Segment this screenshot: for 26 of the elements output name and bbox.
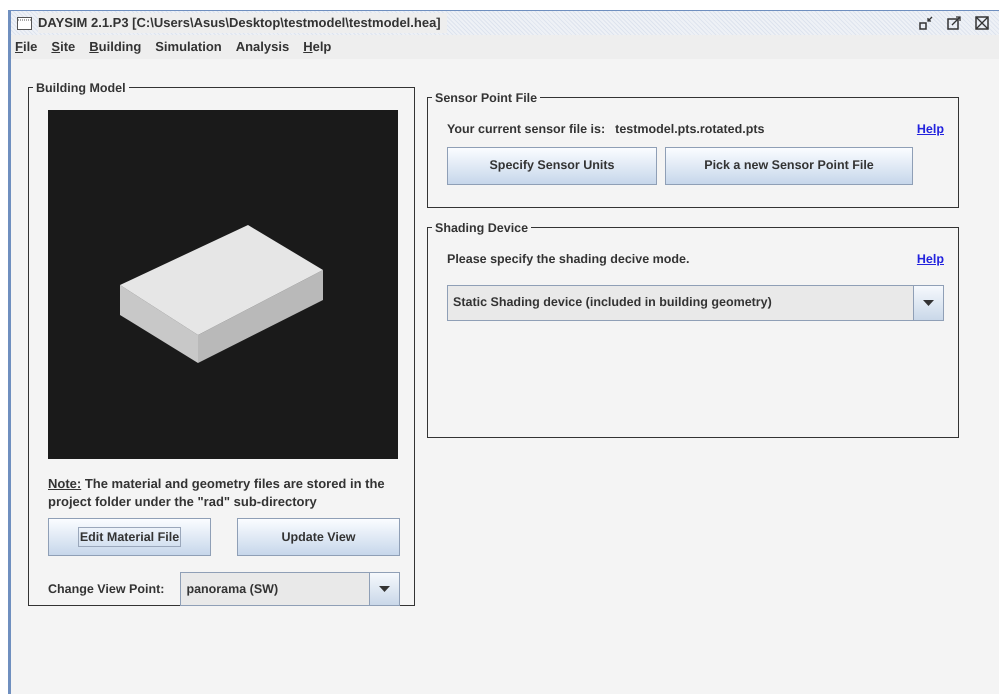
help-link[interactable]: Help: [916, 250, 944, 269]
menu-item[interactable]: Building: [89, 37, 142, 57]
close-icon[interactable]: [975, 16, 989, 30]
button[interactable]: Pick a new Sensor Point File: [665, 146, 913, 185]
sensor-file-label: Your current sensor file is:: [447, 121, 606, 138]
maximize-icon[interactable]: [947, 16, 961, 30]
menu-item[interactable]: Site: [51, 37, 76, 57]
window-icon: [17, 16, 32, 30]
note-text: Note: The material and geometry files are stored in the project folder under the "rad" sub-directory: [48, 475, 386, 510]
window-title: DAYSIM 2.1.P3 [C:\Users\Asus\Desktop\testmodel\testmodel.hea]: [38, 13, 447, 33]
caret-icon: [379, 586, 390, 592]
shading-prompt: Please specify the shading decive mode.: [447, 251, 690, 268]
button[interactable]: Edit Material File: [48, 518, 211, 556]
sensor-file-name: testmodel.pts.rotated.pts: [615, 121, 766, 138]
shading-mode-dropdown[interactable]: Static Shading device (included in building geometry): [447, 284, 944, 321]
button[interactable]: Specify Sensor Units: [447, 146, 657, 185]
view-point-dropdown[interactable]: panorama (SW): [180, 572, 400, 606]
minimize-icon[interactable]: [919, 16, 933, 30]
view-point-label: Change View Point:: [48, 580, 164, 598]
menu-item[interactable]: Simulation: [155, 37, 222, 57]
menu-item[interactable]: Analysis: [236, 37, 290, 57]
menu-item[interactable]: Help: [303, 37, 332, 57]
button[interactable]: Update View: [237, 518, 400, 556]
menu-item[interactable]: File: [15, 37, 38, 57]
help-link[interactable]: Help: [916, 120, 944, 139]
caret-icon: [923, 300, 934, 306]
